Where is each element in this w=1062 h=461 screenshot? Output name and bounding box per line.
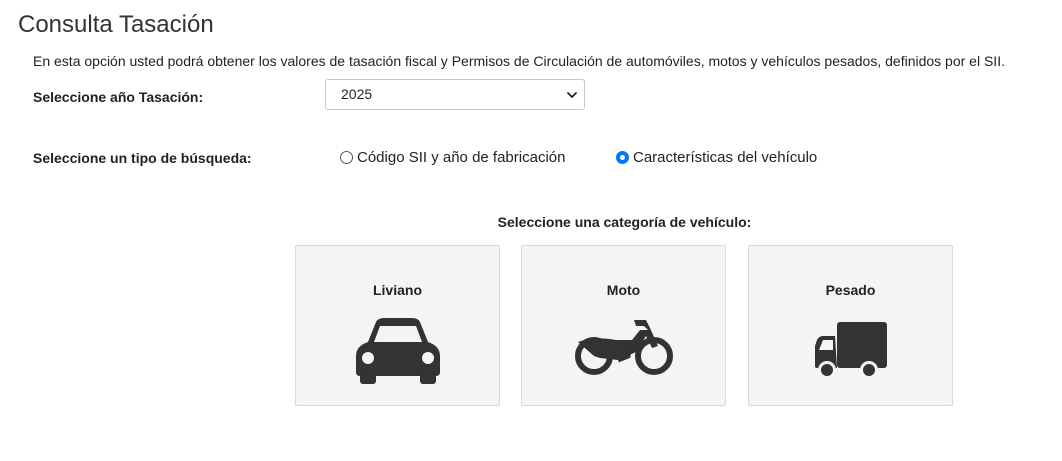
car-icon: [355, 318, 440, 384]
category-card-pesado[interactable]: Pesado: [748, 245, 953, 406]
year-select-value: 2025: [341, 86, 373, 102]
category-card-moto[interactable]: Moto: [521, 245, 726, 406]
page-title: Consulta Tasación: [18, 11, 214, 38]
category-card-liviano[interactable]: Liviano: [295, 245, 500, 406]
year-select[interactable]: 2025: [325, 79, 585, 110]
category-label: Moto: [606, 282, 641, 298]
truck-icon: [814, 322, 887, 379]
radio-option-label: Características del vehículo: [633, 148, 818, 166]
page-description: En esta opción usted podrá obtener los v…: [33, 53, 1005, 69]
motorcycle-icon: [574, 320, 673, 375]
search-type-label: Seleccione un tipo de búsqueda:: [33, 150, 252, 166]
category-label: Liviano: [372, 282, 422, 298]
page: Consulta Tasación En esta opción usted p…: [0, 0, 1062, 461]
year-label: Seleccione año Tasación:: [33, 89, 204, 105]
radio-button-unchecked[interactable]: [340, 150, 353, 164]
radio-option-label: Código SII y año de fabricación: [357, 148, 566, 166]
radio-button-checked[interactable]: [616, 150, 629, 164]
category-label: Pesado: [825, 282, 876, 298]
category-title: Seleccione una categoría de vehículo:: [497, 214, 752, 230]
radio-option-codigo-sii[interactable]: Código SII y año de fabricación: [340, 147, 565, 167]
radio-option-caracteristicas[interactable]: Características del vehículo: [616, 147, 817, 167]
chevron-down-icon: [567, 92, 577, 98]
